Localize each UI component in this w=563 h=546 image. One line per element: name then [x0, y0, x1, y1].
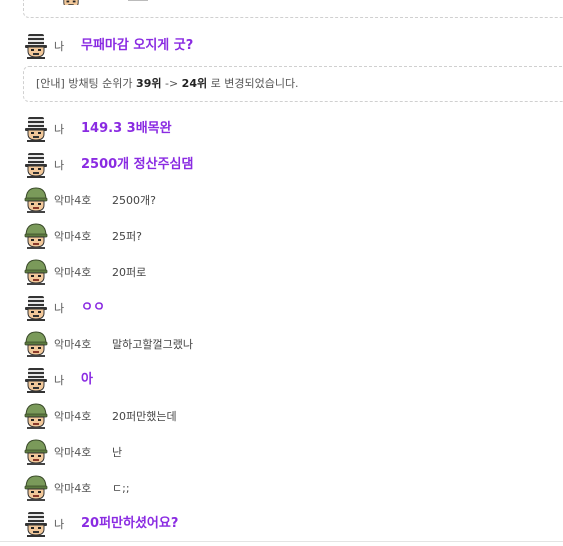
message-text: 말하고할껄그랬나 [112, 338, 193, 351]
sender-name: 나 [54, 518, 65, 531]
chat-row: 악마4호 난 [22, 437, 562, 465]
message-text: 25퍼? [112, 230, 142, 243]
previous-message-box [23, 0, 563, 18]
system-notice: [안내] 방채팅 순위가 39위 -> 24위 로 변경되었습니다. [23, 66, 563, 102]
message-text: 무패마감 오지게 굿? [81, 38, 194, 53]
striped-beanie-avatar-icon[interactable] [22, 150, 50, 178]
chat-row: 나 아 [22, 365, 562, 393]
chat-row: 악마4호 2500개? [22, 185, 562, 213]
chat-row: 악마4호 20퍼로 [22, 257, 562, 285]
chat-row: 나 2500개 정산주심댐 [22, 150, 562, 178]
message-text: 2500개 정산주심댐 [81, 157, 194, 172]
chat-row: 악마4호 ㄷ;; [22, 473, 562, 501]
sender-name: 나 [54, 302, 65, 315]
message-text: 아 [81, 372, 93, 387]
sender-name: 나 [54, 159, 65, 172]
chat-row: 나 20퍼만하셨어요? [22, 509, 562, 537]
message-text: 난 [112, 446, 123, 459]
green-helmet-avatar-icon[interactable] [22, 473, 50, 501]
striped-beanie-avatar-icon[interactable] [22, 293, 50, 321]
message-text: 20퍼만하셨어요? [81, 516, 179, 531]
message-text: 20퍼로 [112, 266, 147, 279]
green-helmet-avatar-icon[interactable] [22, 185, 50, 213]
sender-name: 악마4호 [54, 482, 92, 495]
partial-avatar-icon [62, 0, 80, 5]
sender-name: 악마4호 [54, 410, 92, 423]
divider [128, 0, 148, 1]
sender-name: 악마4호 [54, 266, 92, 279]
sender-name: 악마4호 [54, 446, 92, 459]
sender-name: 악마4호 [54, 194, 92, 207]
message-text: 2500개? [112, 194, 156, 207]
chat-row: 악마4호 25퍼? [22, 221, 562, 249]
sender-name: 나 [54, 40, 65, 53]
striped-beanie-avatar-icon[interactable] [22, 509, 50, 537]
divider [0, 541, 563, 542]
sender-name: 나 [54, 374, 65, 387]
green-helmet-avatar-icon[interactable] [22, 401, 50, 429]
chat-row: 악마4호 20퍼만했는데 [22, 401, 562, 429]
chat-row: 나 무패마감 오지게 굿? [22, 31, 562, 59]
striped-beanie-avatar-icon[interactable] [22, 365, 50, 393]
message-text: 20퍼만했는데 [112, 410, 177, 423]
chat-row: 나 ㅇㅇ [22, 293, 562, 321]
green-helmet-avatar-icon[interactable] [22, 437, 50, 465]
chat-row: 나 149.3 3배목완 [22, 114, 562, 142]
sender-name: 악마4호 [54, 338, 92, 351]
sender-name: 나 [54, 123, 65, 136]
message-text: 149.3 3배목완 [81, 121, 172, 136]
striped-beanie-avatar-icon[interactable] [22, 31, 50, 59]
green-helmet-avatar-icon[interactable] [22, 221, 50, 249]
chat-row: 악마4호 말하고할껄그랬나 [22, 329, 562, 357]
sender-name: 악마4호 [54, 230, 92, 243]
striped-beanie-avatar-icon[interactable] [22, 114, 50, 142]
green-helmet-avatar-icon[interactable] [22, 329, 50, 357]
message-text: ㄷ;; [112, 482, 130, 495]
message-text: ㅇㅇ [81, 300, 105, 315]
green-helmet-avatar-icon[interactable] [22, 257, 50, 285]
